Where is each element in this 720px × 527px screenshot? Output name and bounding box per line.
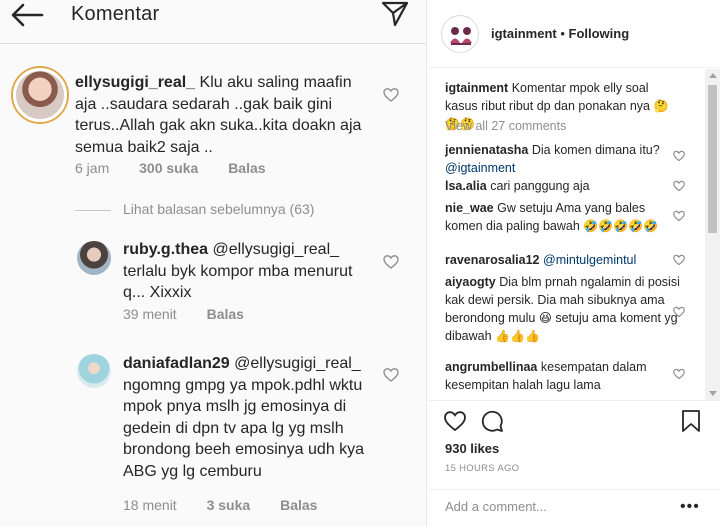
comment-username[interactable]: daniafadlan29 <box>123 355 230 372</box>
page-title: Komentar <box>71 3 160 25</box>
list-item: angrumbellinaa kesempatan dalam kesempit… <box>445 358 683 394</box>
comment-username[interactable]: ravenarosalia12 <box>445 253 540 267</box>
comment-username[interactable]: ellysugigi_real_ <box>75 74 195 91</box>
add-comment-placeholder[interactable]: Add a comment... <box>445 499 547 514</box>
comment-time: 39 menit <box>123 306 177 322</box>
comment-emoji: 👍👍👍 <box>495 329 540 343</box>
list-item: nie_wae Gw setuju Ama yang bales komen d… <box>445 199 683 235</box>
post-header: igtainment • Following <box>428 0 720 68</box>
heart-icon[interactable] <box>673 150 685 162</box>
list-item: aiyaogty Dia blm prnah ngalamin di posis… <box>445 273 683 345</box>
avatar[interactable] <box>77 354 111 388</box>
comments-header: Komentar <box>0 0 426 44</box>
comment-text: ngomng gmpg ya mpok.pdhl wktu mpok pnya … <box>123 376 365 480</box>
comment-mention[interactable]: @igtainment <box>445 161 515 175</box>
heart-icon[interactable] <box>383 367 399 383</box>
bookmark-icon[interactable] <box>680 409 702 433</box>
back-arrow-icon[interactable] <box>10 2 44 28</box>
comment-username[interactable]: lsa.alia <box>445 179 487 193</box>
reply-comment: daniafadlan29 @ellysugigi_real_ ngomng g… <box>123 353 378 483</box>
comment-time: 6 jam <box>75 160 110 176</box>
igtainment-logo-icon <box>450 27 472 45</box>
avatar[interactable] <box>441 15 479 53</box>
comment-likes[interactable]: 300 suka <box>139 160 198 176</box>
comment-mention[interactable]: @mintulgemintul <box>543 253 636 267</box>
scroll-thumb[interactable] <box>708 85 717 233</box>
comment-meta: 18 menit 3 suka Balas <box>123 497 343 513</box>
comment-text: terlalu byk kompor mba menurut q... Xixx… <box>123 262 353 302</box>
heart-icon[interactable] <box>673 306 685 318</box>
main-comment: ellysugigi_real_ Klu aku saling maafin a… <box>75 72 375 158</box>
comment-username[interactable]: igtainment <box>445 81 508 95</box>
comment-list: igtainment Komentar mpok elly soal kasus… <box>428 69 720 400</box>
comment-time: 18 menit <box>123 497 177 513</box>
heart-icon[interactable] <box>673 254 685 266</box>
comment-bubble-icon[interactable] <box>480 409 504 433</box>
reply-button[interactable]: Balas <box>207 306 244 322</box>
heart-icon[interactable] <box>673 180 685 192</box>
scroll-down-arrow-icon[interactable] <box>709 391 717 396</box>
reply-button[interactable]: Balas <box>280 497 317 513</box>
list-item: ravenarosalia12 @mintulgemintul <box>445 251 683 269</box>
add-comment-field[interactable]: Add a comment... ••• <box>428 489 720 527</box>
comment-meta: 6 jam 300 suka Balas <box>75 160 292 176</box>
list-item: lsa.alia cari panggung aja <box>445 177 683 195</box>
heart-icon[interactable] <box>673 368 685 380</box>
more-options-icon[interactable]: ••• <box>680 498 700 516</box>
comment-text: Dia komen dimana itu? <box>531 143 660 157</box>
comment-mention[interactable]: @ellysugigi_real_ <box>213 241 340 258</box>
heart-icon[interactable] <box>383 87 399 103</box>
comment-username[interactable]: aiyaogty <box>445 275 496 289</box>
post-author: igtainment • Following <box>491 26 629 41</box>
send-icon[interactable] <box>380 0 410 28</box>
comment-text: cari panggung aja <box>490 179 590 193</box>
comment-mention[interactable]: @ellysugigi_real_ <box>234 355 361 372</box>
comment-meta: 39 menit Balas <box>123 306 270 322</box>
comment-username[interactable]: nie_wae <box>445 201 494 215</box>
comment-username[interactable]: angrumbellinaa <box>445 360 537 374</box>
mobile-comments-panel: Komentar ellysugigi_real_ Klu aku saling… <box>0 0 427 527</box>
view-all-comments[interactable]: View all 27 comments <box>445 119 566 133</box>
avatar[interactable] <box>77 241 111 275</box>
view-replies-label[interactable]: Lihat balasan sebelumnya (63) <box>123 201 314 217</box>
comment-emoji: 🤣🤣🤣🤣🤣 <box>583 219 659 233</box>
follow-status[interactable]: Following <box>569 26 630 41</box>
list-item: jennienatasha Dia komen dimana itu? @igt… <box>445 141 683 177</box>
post-actions: 930 likes 15 HOURS AGO Add a comment... … <box>428 400 720 527</box>
comment-username[interactable]: ruby.g.thea <box>123 241 208 258</box>
heart-icon[interactable] <box>383 254 399 270</box>
heart-icon[interactable] <box>673 210 685 222</box>
comment-likes[interactable]: 3 suka <box>207 497 251 513</box>
post-time: 15 HOURS AGO <box>445 463 520 474</box>
reply-button[interactable]: Balas <box>228 160 265 176</box>
comment-username[interactable]: jennienatasha <box>445 143 528 157</box>
comments-scrollbar[interactable] <box>705 69 720 400</box>
author-username[interactable]: igtainment <box>491 26 557 41</box>
reply-comment: ruby.g.thea @ellysugigi_real_ terlalu by… <box>123 239 378 304</box>
view-previous-replies[interactable]: Lihat balasan sebelumnya (63) <box>75 201 314 217</box>
likes-count[interactable]: 930 likes <box>445 441 499 456</box>
like-heart-icon[interactable] <box>443 409 467 433</box>
post-comments-panel: igtainment • Following igtainment Koment… <box>428 0 720 527</box>
header-separator: • <box>556 26 569 41</box>
avatar[interactable] <box>13 68 67 122</box>
replies-divider <box>75 209 111 211</box>
scroll-up-arrow-icon[interactable] <box>709 73 717 78</box>
